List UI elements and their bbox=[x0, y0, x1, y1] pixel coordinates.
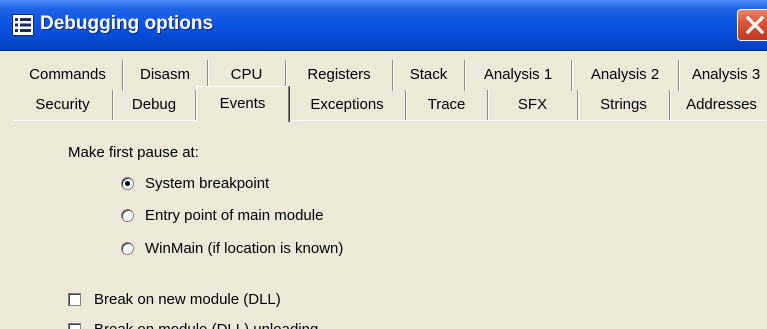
radio-winmain[interactable]: WinMain (if location is known) bbox=[121, 240, 343, 257]
tab-commands[interactable]: Commands bbox=[13, 60, 123, 91]
checkbox-label: Break on module (DLL) unloading bbox=[94, 321, 318, 329]
radio-entry-point[interactable]: Entry point of main module bbox=[121, 207, 323, 224]
tab-sfx[interactable]: SFX bbox=[488, 90, 578, 121]
radio-label: Entry point of main module bbox=[145, 207, 324, 224]
radio-button[interactable] bbox=[121, 177, 134, 190]
tab-exceptions[interactable]: Exceptions bbox=[289, 90, 406, 121]
radio-label: WinMain (if location is known) bbox=[145, 240, 344, 257]
tab-events[interactable]: Events bbox=[196, 86, 289, 122]
checkbox[interactable] bbox=[68, 293, 81, 306]
radio-label: System breakpoint bbox=[145, 175, 270, 192]
tab-analysis-1[interactable]: Analysis 1 bbox=[465, 60, 572, 91]
list-icon bbox=[12, 14, 34, 36]
tab-analysis-3[interactable]: Analysis 3 bbox=[679, 60, 767, 91]
tab-strings[interactable]: Strings bbox=[578, 90, 670, 121]
checkbox-label: Break on new module (DLL) bbox=[94, 291, 281, 308]
tab-trace[interactable]: Trace bbox=[406, 90, 488, 121]
tab-row-top: Commands Disasm CPU Registers Stack Anal… bbox=[13, 60, 767, 91]
tab-analysis-2[interactable]: Analysis 2 bbox=[572, 60, 679, 91]
radio-button[interactable] bbox=[121, 242, 134, 255]
title-bar[interactable]: Debugging options bbox=[0, 0, 767, 51]
checkbox-break-new-module[interactable]: Break on new module (DLL) bbox=[68, 291, 281, 308]
tab-panel-border bbox=[13, 120, 767, 121]
checkbox-break-module-unload[interactable]: Break on module (DLL) unloading bbox=[68, 321, 318, 329]
tab-stack[interactable]: Stack bbox=[393, 60, 465, 91]
radio-system-breakpoint[interactable]: System breakpoint bbox=[121, 175, 269, 192]
window-title: Debugging options bbox=[40, 13, 214, 34]
first-pause-label: Make first pause at: bbox=[68, 144, 199, 161]
close-icon bbox=[745, 16, 765, 34]
radio-button[interactable] bbox=[121, 209, 134, 222]
tab-security[interactable]: Security bbox=[13, 90, 113, 121]
tab-registers[interactable]: Registers bbox=[286, 60, 393, 91]
debugging-options-dialog: Debugging options Commands Disasm CPU Re… bbox=[0, 0, 767, 329]
close-button[interactable] bbox=[737, 9, 767, 41]
tab-addresses[interactable]: Addresses bbox=[670, 90, 767, 121]
checkbox[interactable] bbox=[68, 323, 81, 329]
tab-row-bottom: Security Debug Events Exceptions Trace S… bbox=[13, 86, 767, 122]
tab-debug[interactable]: Debug bbox=[113, 90, 196, 121]
